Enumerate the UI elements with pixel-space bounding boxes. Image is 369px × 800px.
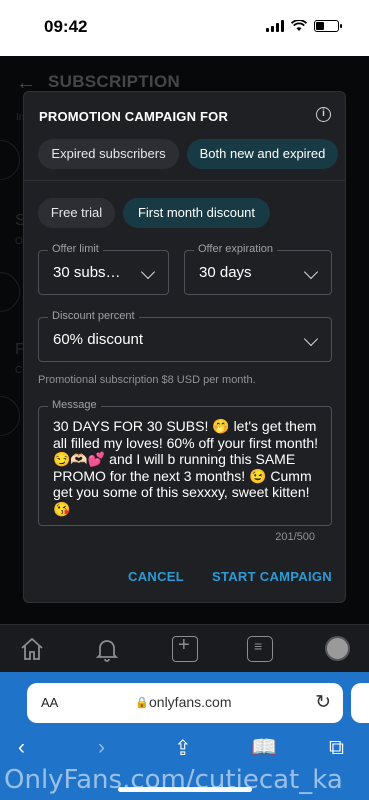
dialog-title: PROMOTION CAMPAIGN FOR bbox=[39, 109, 229, 124]
discount-percent-label: Discount percent bbox=[48, 310, 139, 322]
discount-percent-value: 60% discount bbox=[53, 331, 144, 348]
audience-both-chip[interactable]: Both new and expired bbox=[187, 139, 338, 169]
avatar[interactable] bbox=[325, 636, 350, 661]
reader-aa-icon[interactable]: AA bbox=[41, 695, 58, 710]
status-bar: 09:42 bbox=[0, 0, 369, 56]
message-label: Message bbox=[48, 399, 101, 411]
character-counter: 201/500 bbox=[275, 531, 315, 543]
share-icon[interactable]: ⇪ bbox=[174, 736, 192, 761]
bookmarks-icon[interactable]: 📖 bbox=[251, 736, 277, 760]
type-first-month-discount-chip[interactable]: First month discount bbox=[123, 198, 270, 228]
address-bar[interactable]: AA 🔒 onlyfans.com ↻ bbox=[27, 683, 343, 723]
forward-nav-icon[interactable]: › bbox=[98, 736, 105, 760]
bottom-tab-bar bbox=[0, 624, 369, 672]
promotion-campaign-dialog: PROMOTION CAMPAIGN FOR i Expired subscri… bbox=[23, 91, 346, 603]
status-icons bbox=[266, 20, 342, 32]
messages-icon[interactable] bbox=[247, 636, 273, 662]
back-nav-icon[interactable]: ‹ bbox=[18, 736, 25, 760]
tabs-icon[interactable]: ⧉ bbox=[329, 736, 344, 760]
chevron-down-icon bbox=[303, 264, 319, 280]
start-campaign-button[interactable]: START CAMPAIGN bbox=[212, 569, 332, 584]
next-tab-peek[interactable] bbox=[351, 683, 369, 723]
offer-expiration-select[interactable]: Offer expiration 30 days bbox=[184, 243, 332, 295]
lock-icon: 🔒 bbox=[135, 697, 149, 709]
message-text[interactable]: 30 DAYS FOR 30 SUBS! 🤭 let's get them al… bbox=[53, 418, 329, 517]
divider bbox=[24, 180, 345, 181]
info-icon[interactable]: i bbox=[316, 107, 331, 122]
offer-limit-label: Offer limit bbox=[48, 243, 103, 255]
cancel-button[interactable]: CANCEL bbox=[128, 569, 184, 584]
discount-percent-select[interactable]: Discount percent 60% discount bbox=[38, 310, 332, 362]
promo-price-helper: Promotional subscription $8 USD per mont… bbox=[38, 374, 256, 386]
offer-expiration-label: Offer expiration bbox=[194, 243, 278, 255]
message-textarea[interactable]: Message 30 DAYS FOR 30 SUBS! 🤭 let's get… bbox=[38, 399, 332, 526]
offer-limit-select[interactable]: Offer limit 30 subs… bbox=[38, 243, 169, 295]
reload-icon[interactable]: ↻ bbox=[315, 691, 331, 714]
chevron-down-icon bbox=[303, 331, 319, 347]
home-icon[interactable] bbox=[19, 636, 45, 662]
bell-icon[interactable] bbox=[94, 636, 120, 662]
status-time: 09:42 bbox=[44, 17, 88, 36]
browser-toolbar: AA 🔒 onlyfans.com ↻ ‹ › ⇪ 📖 ⧉ OnlyFans.c… bbox=[0, 672, 369, 800]
chevron-down-icon bbox=[140, 264, 156, 280]
url-text: onlyfans.com bbox=[149, 694, 232, 710]
offer-limit-value: 30 subs… bbox=[53, 264, 121, 281]
wifi-icon bbox=[291, 20, 307, 31]
cellular-signal-icon bbox=[266, 20, 284, 32]
add-post-icon[interactable] bbox=[172, 634, 198, 662]
type-free-trial-chip[interactable]: Free trial bbox=[38, 198, 115, 228]
battery-icon bbox=[314, 20, 342, 32]
offer-expiration-value: 30 days bbox=[199, 264, 252, 281]
home-indicator bbox=[118, 787, 252, 792]
audience-expired-chip[interactable]: Expired subscribers bbox=[38, 139, 179, 169]
